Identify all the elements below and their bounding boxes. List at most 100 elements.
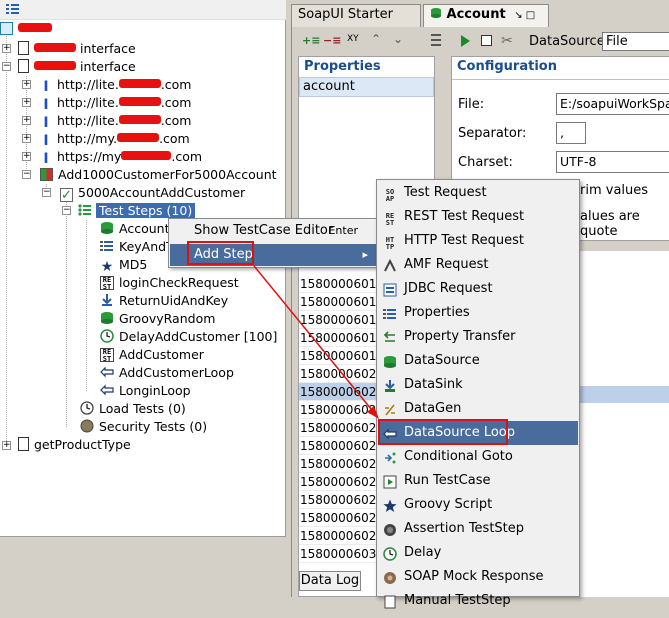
menu-item-http-test-request[interactable]: HT TP HTTP Test Request (378, 229, 578, 253)
properties-list: account (299, 77, 434, 97)
menu-item-delay[interactable]: Delay (378, 541, 578, 565)
move-down-icon[interactable]: ⌄ (393, 32, 403, 46)
tab-label: Account (446, 7, 506, 22)
tree-step[interactable]: ★ MD5 (100, 256, 148, 274)
expand-toggle[interactable]: + (22, 116, 31, 125)
expand-toggle[interactable]: + (22, 152, 31, 161)
tree-step[interactable]: Account (100, 220, 169, 238)
tree-step[interactable]: ReturnUidAndKey (100, 292, 228, 310)
data-row[interactable]: 15800006028 (299, 509, 384, 527)
tree-interface[interactable]: Ihttp://lite. .com (40, 112, 191, 130)
data-row[interactable]: 15800006016 (299, 293, 384, 311)
run-icon[interactable] (459, 34, 471, 48)
expand-toggle[interactable]: + (2, 441, 11, 450)
tree-step[interactable]: RE ST AddCustomer (100, 346, 204, 364)
menu-item-datasink[interactable]: DataSink (378, 373, 578, 397)
tree-root[interactable] (0, 20, 52, 38)
tree-step[interactable]: DelayAddCustomer [100] (100, 328, 277, 346)
menu-item-run-testcase[interactable]: Run TestCase (378, 469, 578, 493)
file-input[interactable]: E:/soapuiWorkSpac (556, 93, 669, 115)
tree-step[interactable]: LonginLoop (100, 382, 191, 400)
datasink-icon (383, 378, 397, 392)
expand-toggle[interactable]: + (22, 80, 31, 89)
data-row[interactable]: 15800006027 (299, 491, 384, 509)
stop-icon[interactable] (481, 35, 492, 46)
load-test-icon (80, 401, 94, 415)
tree-step[interactable]: KeyAndT (100, 238, 174, 256)
data-row[interactable]: 15800006024 (299, 437, 384, 455)
datasource-select[interactable]: File (602, 32, 669, 51)
data-row[interactable]: 15800006025 (299, 455, 384, 473)
menu-item-manual-teststep[interactable]: Manual TestStep (378, 589, 578, 613)
sort-icon[interactable] (431, 33, 441, 47)
menu-item-conditional-goto[interactable]: Conditional Goto (378, 445, 578, 469)
tree-project[interactable]: interface (18, 58, 136, 76)
separator-input[interactable]: , (556, 122, 586, 144)
property-item[interactable]: account (303, 79, 355, 94)
data-row-value: 15800006024 (300, 439, 384, 453)
data-row[interactable]: 15800006020 (299, 365, 384, 383)
tree-project[interactable]: getProductType (18, 436, 131, 454)
remove-property-icon[interactable]: −≡ (323, 34, 341, 47)
data-row[interactable]: 15800006030 (299, 545, 384, 563)
expand-toggle[interactable]: + (22, 98, 31, 107)
interface-icon: I (43, 151, 49, 167)
collapse-toggle[interactable]: − (62, 206, 71, 215)
menu-show-testcase-editor[interactable]: Show TestCase Editor Enter (170, 220, 376, 242)
datasource-icon (100, 311, 114, 325)
data-row[interactable]: 15800006023 (299, 419, 384, 437)
tab-account[interactable]: Account ↘ □ ✖ (423, 4, 549, 42)
interface-icon: I (43, 79, 49, 95)
add-property-icon[interactable]: +≡ (302, 34, 320, 47)
menu-item-datasource[interactable]: DataSource (378, 349, 578, 373)
charset-input[interactable]: UTF-8 (556, 151, 669, 173)
menu-item-properties[interactable]: Properties (378, 301, 578, 325)
tree-step[interactable]: AddCustomerLoop (100, 364, 234, 382)
expand-toggle[interactable]: + (22, 134, 31, 143)
tree-interface[interactable]: Ihttp://lite. .com (40, 76, 191, 94)
tree-interface[interactable]: Ihttp://my. .com (40, 130, 189, 148)
tab-soapui-starter-page[interactable]: SoapUI Starter Page (291, 4, 421, 42)
settings-icon[interactable]: ✂ (501, 33, 513, 49)
annotation-box (187, 241, 254, 265)
tree-interface[interactable]: Ihttp://lite. .com (40, 94, 191, 112)
menu-item-label: Manual TestStep (404, 593, 511, 608)
testcase-icon: ✓ (60, 188, 73, 203)
collapse-toggle[interactable]: − (22, 170, 31, 179)
tree-step[interactable]: GroovyRandom (100, 310, 215, 328)
data-row[interactable]: 15800006021 (299, 383, 384, 401)
collapse-toggle[interactable]: − (2, 62, 11, 71)
redacted-label (121, 151, 172, 160)
data-row[interactable]: 15800006019 (299, 347, 384, 365)
data-row[interactable]: 15800006029 (299, 527, 384, 545)
data-row[interactable]: 15800006018 (299, 329, 384, 347)
tree-project[interactable]: interface (18, 40, 136, 58)
data-row[interactable]: 15800006022 (299, 401, 384, 419)
menu-item-datagen[interactable]: DataGen (378, 397, 578, 421)
menu-item-amf-request[interactable]: AMF Request (378, 253, 578, 277)
tree-load-tests[interactable]: Load Tests (0) (80, 400, 186, 418)
expand-toggle[interactable]: + (2, 44, 11, 53)
tree-step[interactable]: RE ST loginCheckRequest (100, 274, 239, 292)
menu-item-rest-test-request[interactable]: RE ST REST Test Request (378, 205, 578, 229)
tree-testsuite[interactable]: Add1000CustomerFor5000Account (40, 166, 277, 184)
data-row[interactable]: 15800006026 (299, 473, 384, 491)
data-row-value: 15800006029 (300, 529, 384, 543)
menu-item-groovy-script[interactable]: Groovy Script (378, 493, 578, 517)
collapse-toggle[interactable]: − (42, 188, 51, 197)
data-row[interactable]: 15800006017 (299, 311, 384, 329)
menu-item-soap-mock-response[interactable]: SOAP Mock Response (378, 565, 578, 589)
menu-item-test-request[interactable]: SO AP Test Request (378, 181, 578, 205)
teststeps-icon (78, 203, 91, 217)
tree-interface[interactable]: Ihttps://my .com (40, 148, 202, 166)
move-up-icon[interactable]: ⌃ (371, 32, 381, 46)
data-log-tab[interactable]: Data Log (299, 571, 361, 591)
menu-item-property-transfer[interactable]: Property Transfer (378, 325, 578, 349)
menu-item-assertion-teststep[interactable]: Assertion TestStep (378, 517, 578, 541)
data-row[interactable]: 15800006015 (299, 275, 384, 293)
menu-item-jdbc-request[interactable]: JDBC Request (378, 277, 578, 301)
xy-icon[interactable]: XY (347, 34, 359, 44)
tree-security-tests[interactable]: Security Tests (0) (80, 418, 207, 436)
tree-testcase[interactable]: ✓ 5000AccountAddCustomer (60, 184, 245, 203)
menu-item-label: Show TestCase Editor (194, 223, 334, 238)
